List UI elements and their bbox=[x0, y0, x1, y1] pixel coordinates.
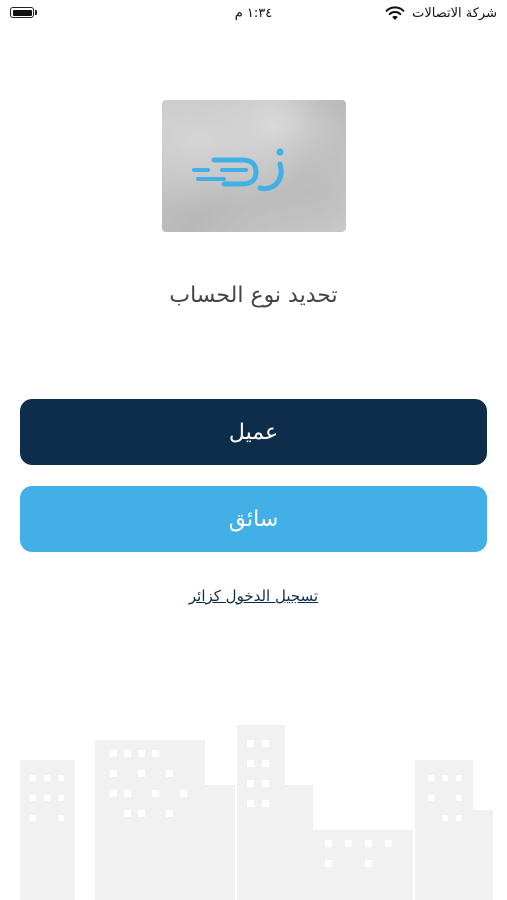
battery-cap bbox=[35, 10, 37, 15]
status-bar: شركة الاتصالات ١:٣٤ م bbox=[0, 0, 507, 30]
page-title: تحديد نوع الحساب bbox=[169, 283, 338, 308]
status-time: ١:٣٤ م bbox=[234, 6, 273, 21]
guest-login-link[interactable]: تسجيل الدخول كزائر bbox=[0, 587, 507, 605]
client-button[interactable]: عميل bbox=[20, 399, 487, 465]
zd-logo-icon bbox=[192, 148, 284, 192]
app-logo bbox=[162, 100, 346, 232]
driver-button[interactable]: سائق bbox=[20, 486, 487, 552]
city-skyline-illustration bbox=[20, 725, 493, 900]
battery-icon bbox=[10, 7, 34, 18]
